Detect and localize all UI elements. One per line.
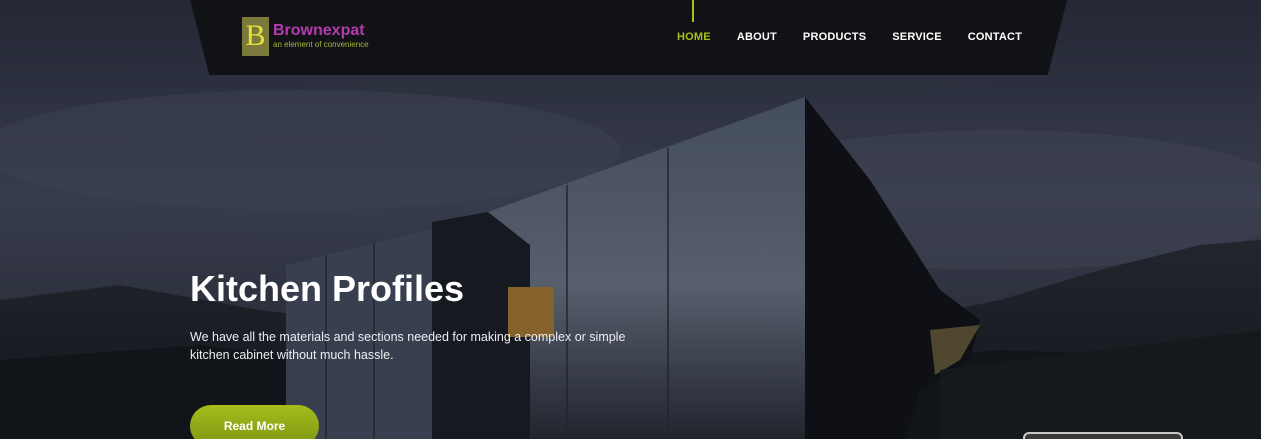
- read-more-button[interactable]: Read More: [190, 405, 319, 439]
- nav-item-contact[interactable]: CONTACT: [968, 31, 1022, 43]
- hero-description: We have all the materials and sections n…: [190, 330, 626, 362]
- main-nav: HOME ABOUT PRODUCTS SERVICE CONTACT: [677, 31, 1048, 43]
- floating-widget-tab[interactable]: [1023, 432, 1183, 439]
- hero-title: Kitchen Profiles: [190, 268, 465, 309]
- nav-item-about[interactable]: ABOUT: [737, 31, 777, 43]
- logo-text: Brownexpat an element of convenience: [273, 22, 369, 50]
- nav-item-products[interactable]: PRODUCTS: [803, 31, 866, 43]
- brand-tagline: an element of convenience: [273, 40, 369, 49]
- nav-item-service[interactable]: SERVICE: [892, 31, 942, 43]
- nav-item-home[interactable]: HOME: [677, 31, 711, 43]
- brand-logo-link[interactable]: B Brownexpat an element of convenience: [242, 16, 369, 56]
- brownexpat-logo-icon: B: [242, 16, 269, 56]
- logo-letter: B: [245, 19, 266, 52]
- active-nav-indicator: [692, 0, 694, 22]
- brand-name: Brownexpat: [273, 22, 365, 39]
